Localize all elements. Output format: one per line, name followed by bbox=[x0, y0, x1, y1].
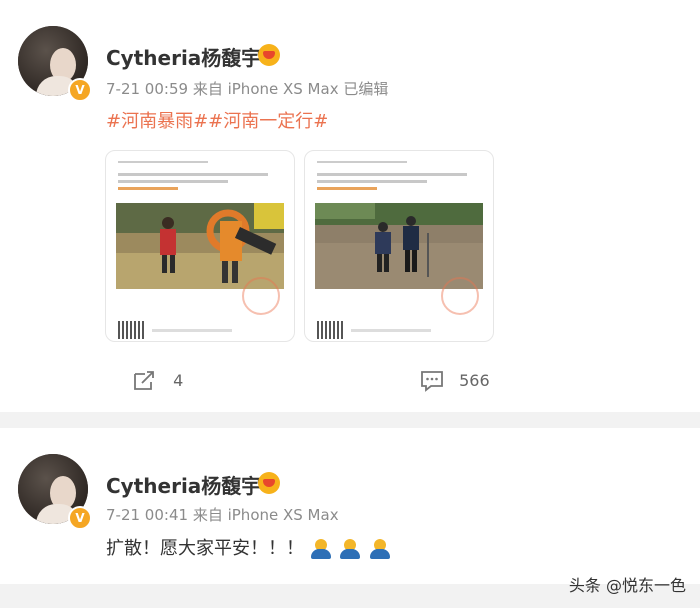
post-text: 扩散！愿大家平安！！！ bbox=[106, 534, 393, 560]
thumb-footer bbox=[351, 329, 431, 332]
post-text-content: 扩散！愿大家平安！！！ bbox=[106, 538, 304, 559]
thumb-text-line bbox=[317, 180, 427, 183]
thumb-header bbox=[118, 151, 208, 163]
qr-code-icon bbox=[317, 321, 343, 339]
thumb-footer bbox=[152, 329, 232, 332]
comment-count: 566 bbox=[459, 370, 490, 390]
verified-badge-icon: V bbox=[68, 78, 92, 102]
username[interactable]: Cytheria杨馥宇 bbox=[106, 42, 261, 71]
comment-button[interactable]: 566 bbox=[420, 370, 490, 392]
edited-label: 已编辑 bbox=[343, 80, 389, 98]
pray-emoji-icon bbox=[310, 538, 332, 560]
thumb-text-line bbox=[118, 187, 178, 190]
repost-icon bbox=[134, 371, 154, 390]
username[interactable]: Cytheria杨馥宇 bbox=[106, 470, 261, 499]
image-thumbnail-2[interactable] bbox=[304, 150, 494, 342]
pray-emoji-icon bbox=[369, 538, 391, 560]
post-time[interactable]: 7-21 00:59 bbox=[106, 80, 188, 98]
member-crown-icon bbox=[258, 44, 280, 66]
comment-icon bbox=[421, 371, 443, 392]
thumb-text-line bbox=[118, 173, 268, 176]
thumb-text-line bbox=[317, 173, 467, 176]
repost-count: 4 bbox=[173, 370, 184, 390]
thumb-header bbox=[317, 151, 407, 163]
thumb-text-line bbox=[317, 187, 377, 190]
stamp-mark bbox=[242, 277, 280, 315]
post-source: 来自 iPhone XS Max bbox=[192, 80, 339, 98]
member-crown-icon bbox=[258, 472, 280, 494]
post-source: 来自 iPhone XS Max bbox=[192, 506, 339, 524]
post-time[interactable]: 7-21 00:41 bbox=[106, 506, 188, 524]
repost-button[interactable]: 4 bbox=[132, 370, 183, 392]
pray-emoji-icon bbox=[339, 538, 361, 560]
image-thumbnail-1[interactable] bbox=[105, 150, 295, 342]
hashtags[interactable]: #河南暴雨##河南一定行# bbox=[106, 107, 328, 133]
qr-code-icon bbox=[118, 321, 144, 339]
watermark: 头条 @悦东一色 bbox=[568, 576, 686, 595]
post-meta: 7-21 00:41 来自 iPhone XS Max bbox=[106, 504, 339, 525]
stamp-mark bbox=[441, 277, 479, 315]
post-card-2: V Cytheria杨馥宇 7-21 00:41 来自 iPhone XS Ma… bbox=[0, 428, 700, 584]
post-card-1: V Cytheria杨馥宇 7-21 00:59 来自 iPhone XS Ma… bbox=[0, 0, 700, 412]
thumb-text-line bbox=[118, 180, 228, 183]
post-meta: 7-21 00:59 来自 iPhone XS Max 已编辑 bbox=[106, 78, 388, 99]
verified-badge-icon: V bbox=[68, 506, 92, 530]
